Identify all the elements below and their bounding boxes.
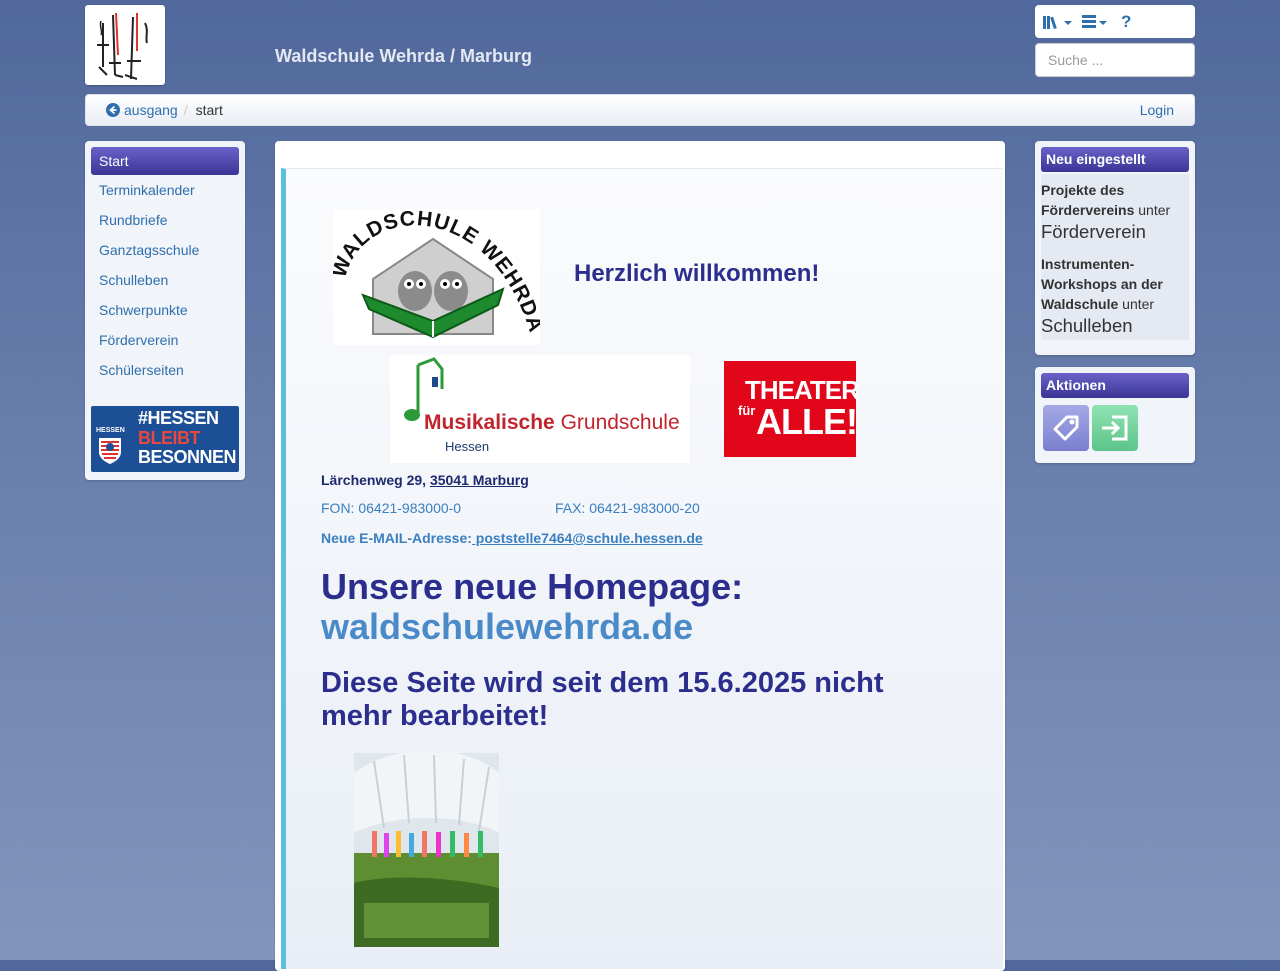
recent-item-under: unter: [1138, 202, 1171, 218]
breadcrumb-separator: /: [183, 102, 188, 118]
banner-line-3: BESONNEN: [138, 447, 237, 467]
tag-action-button[interactable]: [1043, 405, 1089, 451]
hessen-crest-icon: [99, 438, 121, 464]
address-city-link[interactable]: 35041 Marburg: [430, 472, 529, 488]
welcome-heading: Herzlich willkommen!: [574, 260, 820, 287]
musikalische-grundschule-logo: Musikalische Grundschule Hessen: [390, 355, 690, 463]
sitetools-menu[interactable]: [1043, 15, 1072, 29]
school-logo: WALDSCHULE WEHRDA: [328, 207, 547, 345]
breadcrumb: ausgang / start Login: [85, 94, 1195, 126]
breadcrumb-current: start: [195, 102, 223, 118]
homepage-heading-text: Unsere neue Homepage:: [321, 566, 744, 607]
sidebar-item-schwerpunkte[interactable]: Schwerpunkte: [85, 295, 245, 325]
homepage-heading: Unsere neue Homepage: waldschulewehrda.d…: [321, 567, 743, 647]
notice-heading: Diese Seite wird seit dem 15.6.2025 nich…: [321, 667, 884, 732]
theater-fuer-alle-logo[interactable]: THEATER für ALLE!: [724, 361, 860, 457]
theater-logo-line3: ALLE!: [756, 401, 858, 442]
fax-number: FAX: 06421-983000-20: [555, 500, 700, 516]
usertools-menu[interactable]: [1082, 15, 1107, 28]
owl-book-logo: WALDSCHULE WEHRDA: [328, 207, 547, 339]
list-menu-icon: [1082, 15, 1096, 28]
recent-item-title[interactable]: Projekte des Fördervereins: [1041, 182, 1134, 218]
address: Lärchenweg 29, 35041 Marburg: [321, 472, 529, 488]
login-action-button[interactable]: [1092, 405, 1138, 451]
chevron-down-icon: [1099, 21, 1107, 25]
sidebar-item-start[interactable]: Start: [91, 147, 239, 175]
site-title[interactable]: Waldschule Wehrda / Marburg: [275, 46, 532, 67]
theater-logo-line2: für: [738, 403, 756, 418]
sidebar-item-rundbriefe[interactable]: Rundbriefe: [85, 205, 245, 235]
homepage-url-link[interactable]: waldschulewehrda.de: [321, 607, 743, 647]
circle-arrow-left-icon: [106, 103, 120, 117]
help-button[interactable]: ?: [1117, 12, 1131, 32]
email-label: Neue E-MAIL-Adresse:: [321, 530, 472, 546]
sidebar-item-foerderverein[interactable]: Förderverein: [85, 325, 245, 355]
actions-panel: Aktionen: [1035, 367, 1195, 463]
search-input[interactable]: [1035, 43, 1195, 77]
recent-changes-list: Projekte des Fördervereins unter Förderv…: [1041, 174, 1189, 340]
recent-item: Instrumenten-Workshops an der Waldschule…: [1041, 254, 1189, 338]
recent-changes-title: Neu eingestellt: [1041, 147, 1189, 172]
hessen-bleibt-besonnen-banner[interactable]: HESSEN #HESSEN BLEIBT BESONNEN: [91, 406, 239, 472]
help-icon: ?: [1121, 11, 1132, 31]
sidebar-item-schulleben[interactable]: Schulleben: [85, 265, 245, 295]
site-logo-icon: [97, 12, 148, 80]
breadcrumb-back-label: ausgang: [124, 102, 178, 118]
site-logo[interactable]: [85, 5, 165, 85]
actions-title: Aktionen: [1041, 373, 1189, 398]
music-logo-title-bold: Musikalische: [424, 411, 555, 434]
recent-item-section-link[interactable]: Schulleben: [1041, 314, 1189, 338]
recent-item: Projekte des Fördervereins unter Förderv…: [1041, 180, 1189, 244]
toolbar: ?: [1035, 5, 1195, 38]
chevron-down-icon: [1064, 21, 1072, 25]
login-icon: [1102, 415, 1128, 441]
music-logo-title: Musikalische Grundschule: [424, 411, 680, 435]
email-link[interactable]: poststelle7464@schule.hessen.de: [472, 530, 703, 546]
music-logo-sub: Hessen: [445, 439, 490, 454]
banner-line-2: BLEIBT: [138, 428, 201, 448]
banner-line-1: #HESSEN: [138, 408, 219, 428]
music-note-house-icon: [404, 357, 444, 421]
sidebar: Start Terminkalender Rundbriefe Ganztags…: [85, 141, 245, 480]
parachute-image: [354, 753, 499, 947]
email-line: Neue E-MAIL-Adresse: poststelle7464@schu…: [321, 530, 703, 546]
sidebar-item-terminkalender[interactable]: Terminkalender: [85, 175, 245, 205]
library-books-icon: [1043, 15, 1057, 29]
recent-item-section-link[interactable]: Förderverein: [1041, 220, 1189, 244]
sidebar-item-ganztagsschule[interactable]: Ganztagsschule: [85, 235, 245, 265]
parachute-photo: [354, 753, 499, 947]
breadcrumb-back-link[interactable]: ausgang: [106, 102, 178, 118]
tag-icon: [1053, 415, 1079, 441]
recent-item-under: unter: [1122, 296, 1155, 312]
phone-number: FON: 06421-983000-0: [321, 500, 462, 516]
login-link[interactable]: Login: [1140, 102, 1174, 118]
sidebar-item-schuelerseiten[interactable]: Schülerseiten: [85, 355, 245, 385]
address-street: Lärchenweg 29,: [321, 472, 427, 488]
recent-changes-panel: Neu eingestellt Projekte des Förderverei…: [1035, 141, 1195, 355]
music-logo-title-rest: Grundschule: [554, 411, 680, 434]
